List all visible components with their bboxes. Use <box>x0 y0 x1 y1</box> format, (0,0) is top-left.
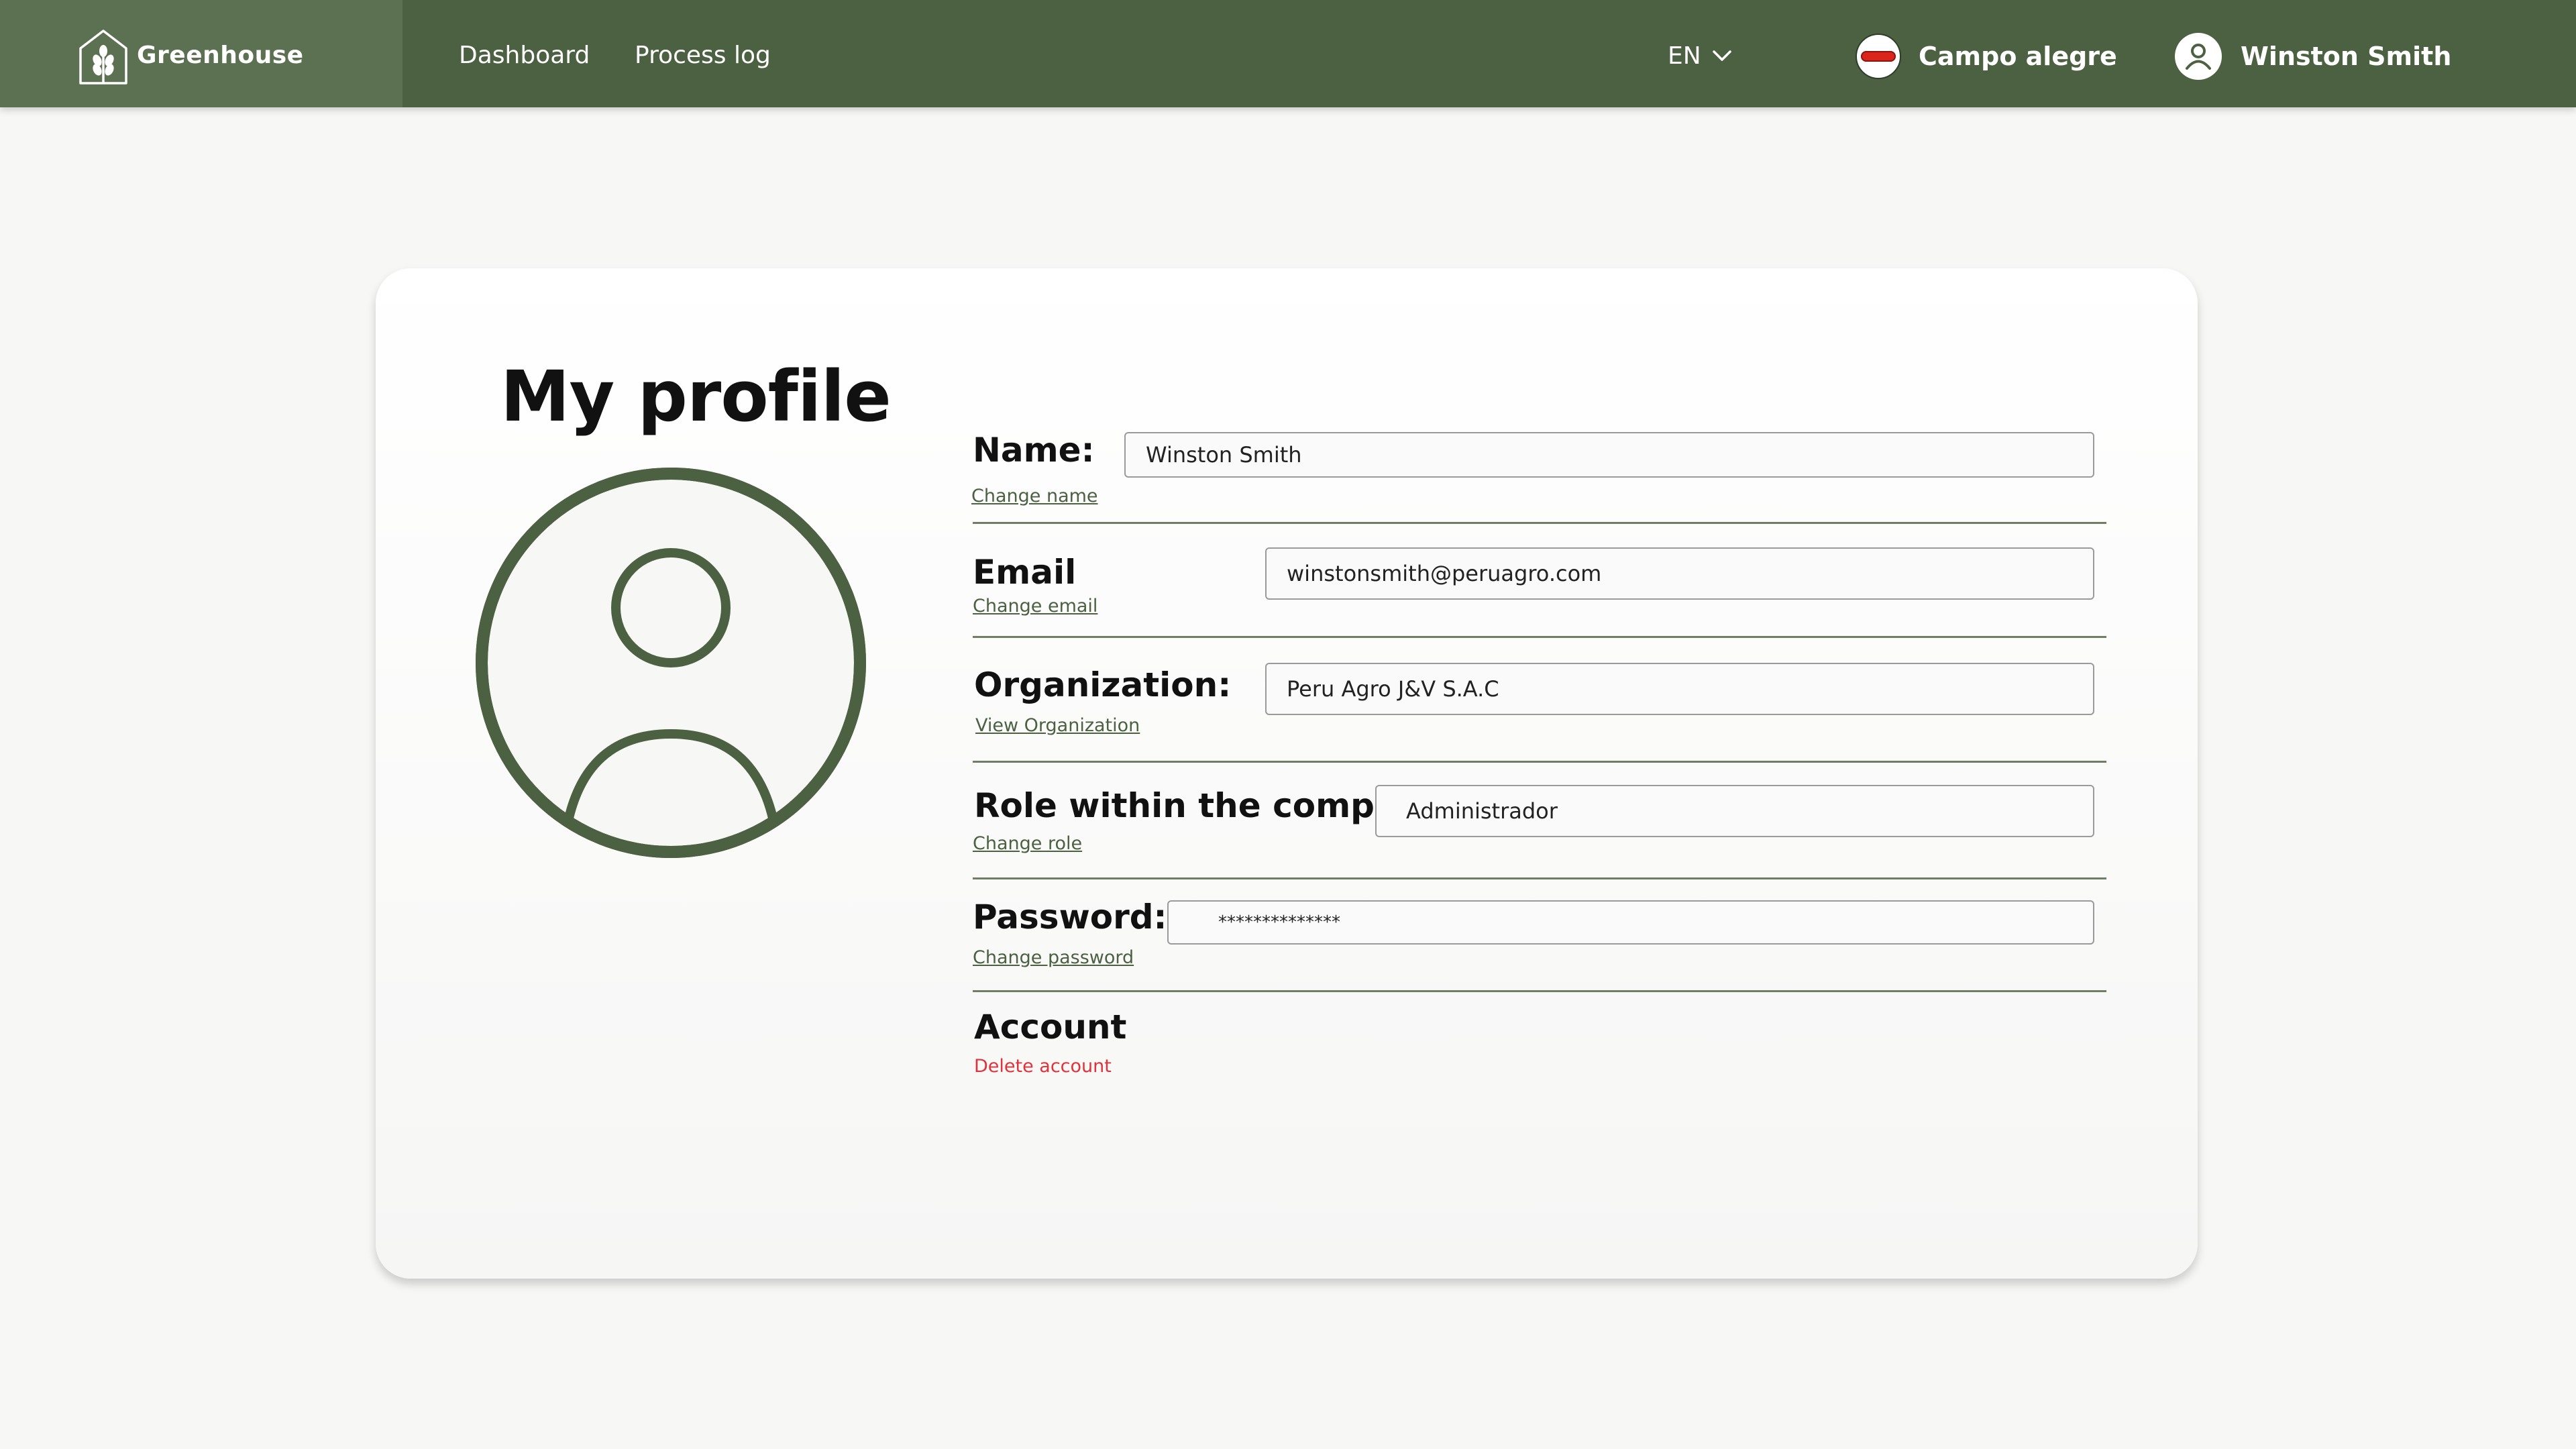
password-label: Password: <box>973 898 1167 936</box>
user-avatar-icon <box>2175 33 2222 80</box>
nav-process-log-link[interactable]: Process log <box>635 42 771 69</box>
organization-logo-icon <box>1856 34 1901 79</box>
brand-block[interactable]: Greenhouse <box>0 0 402 107</box>
top-navigation-bar: Greenhouse Dashboard Process log EN Camp… <box>0 0 2576 107</box>
view-organization-link[interactable]: View Organization <box>975 715 1140 736</box>
account-label: Account <box>974 1008 1127 1046</box>
profile-avatar-icon <box>476 468 866 858</box>
divider <box>973 522 2106 524</box>
organization-label: Organization: <box>974 665 1232 704</box>
password-field[interactable] <box>1167 900 2094 945</box>
organization-switcher[interactable]: Campo alegre <box>1856 32 2117 80</box>
divider <box>973 990 2106 992</box>
email-field[interactable] <box>1265 547 2094 600</box>
chevron-down-icon <box>1712 50 1731 61</box>
email-label: Email <box>973 553 1077 592</box>
organization-name: Campo alegre <box>1919 42 2117 71</box>
name-label: Name: <box>973 431 1095 470</box>
organization-field[interactable] <box>1265 663 2094 715</box>
page-title: My profile <box>500 356 892 437</box>
name-field[interactable] <box>1124 432 2094 478</box>
change-role-link[interactable]: Change role <box>973 833 1082 854</box>
user-name: Winston Smith <box>2241 42 2452 71</box>
language-selected-label: EN <box>1668 42 1701 70</box>
divider <box>973 877 2106 879</box>
change-password-link[interactable]: Change password <box>973 947 1134 968</box>
user-menu[interactable]: Winston Smith <box>2175 32 2451 80</box>
brand-name: Greenhouse <box>137 42 304 69</box>
nav-dashboard-link[interactable]: Dashboard <box>459 42 590 69</box>
role-field[interactable] <box>1375 785 2094 837</box>
greenhouse-logo-icon <box>79 30 127 85</box>
change-name-link[interactable]: Change name <box>971 486 1098 506</box>
change-email-link[interactable]: Change email <box>973 596 1097 616</box>
delete-account-link[interactable]: Delete account <box>974 1056 1112 1077</box>
divider <box>973 636 2106 638</box>
language-selector[interactable]: EN <box>1668 39 1732 72</box>
divider <box>973 761 2106 763</box>
profile-card: My profile Name: Change name Email Chang… <box>376 268 2198 1279</box>
